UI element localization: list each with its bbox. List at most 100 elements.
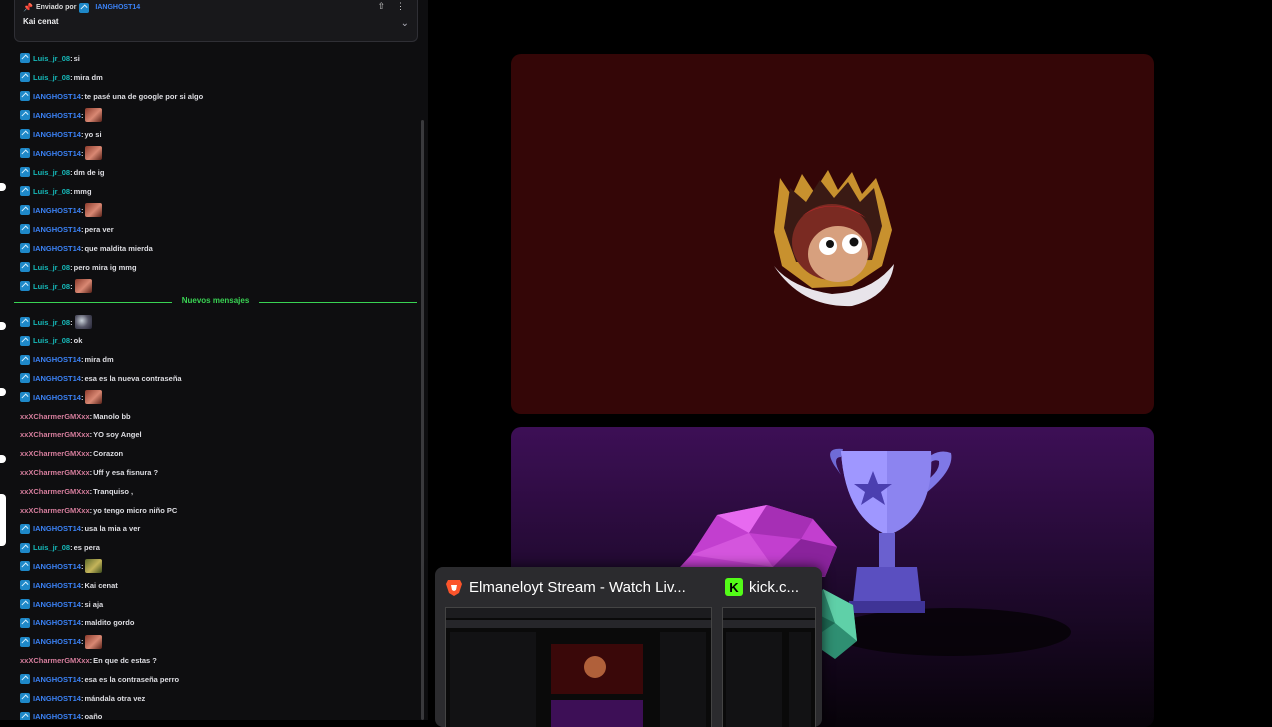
chat-username[interactable]: IANGHOST14 (33, 581, 81, 590)
chat-username[interactable]: Luis_jr_08 (33, 336, 70, 345)
chat-panel: 📌 Enviado por IANGHOST14 Kai cenat ⇧ ⋮ ⌄… (0, 0, 428, 720)
chat-message[interactable]: IANGHOST14: oaño (20, 709, 102, 720)
chat-message[interactable]: IANGHOST14: (20, 558, 103, 574)
colon-separator: : (80, 91, 84, 101)
chat-username[interactable]: Luis_jr_08 (33, 168, 70, 177)
chat-username[interactable]: Luis_jr_08 (33, 263, 70, 272)
chat-message[interactable]: IANGHOST14: maldito gordo (20, 615, 134, 631)
chat-username[interactable]: IANGHOST14 (33, 130, 81, 139)
chat-message[interactable]: IANGHOST14: te pasé una de google por si … (20, 88, 203, 104)
offline-banner-card[interactable] (511, 54, 1154, 414)
chat-message[interactable]: IANGHOST14: (20, 145, 103, 161)
emote-icon[interactable] (85, 203, 103, 217)
chat-username[interactable]: IANGHOST14 (33, 524, 81, 533)
chat-username[interactable]: IANGHOST14 (33, 206, 81, 215)
chat-message[interactable]: Luis_jr_08: (20, 278, 92, 294)
chat-username[interactable]: IANGHOST14 (33, 562, 81, 571)
user-badge-icon (20, 281, 30, 291)
chat-username[interactable]: Luis_jr_08 (33, 282, 70, 291)
colon-separator: : (80, 674, 84, 684)
window1-thumbnail[interactable] (445, 607, 712, 727)
chat-message[interactable]: Luis_jr_08: si (20, 50, 80, 66)
chat-username[interactable]: IANGHOST14 (33, 694, 81, 703)
chat-message[interactable]: IANGHOST14: si aja (20, 596, 103, 612)
chat-username[interactable]: IANGHOST14 (33, 225, 81, 234)
chat-username[interactable]: IANGHOST14 (33, 393, 81, 402)
pinned-author[interactable]: IANGHOST14 (95, 4, 140, 11)
chat-username[interactable]: IANGHOST14 (33, 618, 81, 627)
chat-message[interactable]: xxXCharmerGMXxx: yo tengo micro niño PC (20, 502, 177, 518)
chat-message[interactable]: IANGHOST14: (20, 634, 103, 650)
chat-message[interactable]: xxXCharmerGMXxx: En que dc estas ? (20, 652, 157, 668)
chat-username[interactable]: IANGHOST14 (33, 149, 81, 158)
window2-thumbnail[interactable] (722, 607, 816, 727)
taskbar-window-preview[interactable]: Elmaneloyt Stream - Watch Liv... K kick.… (435, 567, 822, 727)
chat-message[interactable]: IANGHOST14: que maldita mierda (20, 240, 153, 256)
chat-message[interactable]: IANGHOST14: (20, 202, 103, 218)
emote-icon[interactable] (85, 390, 103, 405)
chat-message[interactable]: Luis_jr_08: ok (20, 333, 82, 349)
chat-message[interactable]: IANGHOST14: usa la mia a ver (20, 521, 140, 537)
chat-username[interactable]: IANGHOST14 (33, 675, 81, 684)
chat-username[interactable]: Luis_jr_08 (33, 543, 70, 552)
chat-message[interactable]: IANGHOST14: esa es la contraseña perro (20, 671, 179, 687)
chat-username[interactable]: Luis_jr_08 (33, 73, 70, 82)
emote-icon[interactable] (74, 315, 92, 329)
chevron-down-icon[interactable]: ⌄ (401, 18, 409, 29)
chat-username[interactable]: xxXCharmerGMXxx (20, 468, 90, 477)
chat-message[interactable]: xxXCharmerGMXxx: Corazon (20, 446, 123, 462)
chat-message-text: si aja (84, 599, 104, 609)
unpin-icon[interactable]: ⇧ (377, 1, 385, 12)
chat-username[interactable]: IANGHOST14 (33, 244, 81, 253)
chat-scrollbar[interactable] (421, 120, 424, 720)
chat-username[interactable]: IANGHOST14 (33, 374, 81, 383)
chat-username[interactable]: Luis_jr_08 (33, 54, 70, 63)
chat-username[interactable]: IANGHOST14 (33, 712, 81, 720)
chat-message[interactable]: xxXCharmerGMXxx: Tranquiso , (20, 483, 133, 499)
emote-icon[interactable] (85, 634, 103, 649)
chat-username[interactable]: xxXCharmerGMXxx (20, 449, 90, 458)
chat-message[interactable]: IANGHOST14: (20, 107, 103, 123)
chat-message[interactable]: xxXCharmerGMXxx: Uff y esa fisnura ? (20, 464, 158, 480)
colon-separator: : (89, 655, 93, 665)
chat-message[interactable]: xxXCharmerGMXxx: Manolo bb (20, 408, 131, 424)
more-options-icon[interactable]: ⋮ (396, 1, 405, 12)
chat-message[interactable]: xxXCharmerGMXxx: YO soy Angel (20, 427, 142, 443)
chat-username[interactable]: xxXCharmerGMXxx (20, 487, 90, 496)
chat-message[interactable]: Luis_jr_08: dm de ig (20, 164, 104, 180)
chat-message[interactable]: Luis_jr_08: es pera (20, 540, 100, 556)
window2-header[interactable]: K kick.c... (725, 577, 817, 597)
chat-username[interactable]: IANGHOST14 (33, 637, 81, 646)
chat-message[interactable]: Luis_jr_08: pero mira ig mmg (20, 259, 137, 275)
chat-message[interactable]: IANGHOST14: mándala otra vez (20, 690, 145, 706)
window1-header[interactable]: Elmaneloyt Stream - Watch Liv... (445, 577, 715, 597)
chat-username[interactable]: xxXCharmerGMXxx (20, 430, 90, 439)
chat-message[interactable]: IANGHOST14: mira dm (20, 352, 114, 368)
chat-message[interactable]: IANGHOST14: esa es la nueva contraseña (20, 370, 182, 386)
chat-username[interactable]: Luis_jr_08 (33, 187, 70, 196)
emote-icon[interactable] (85, 559, 103, 574)
chat-message[interactable]: Luis_jr_08: mmg (20, 183, 92, 199)
chat-message[interactable]: IANGHOST14: (20, 389, 103, 405)
colon-separator: : (80, 110, 84, 120)
emote-icon[interactable] (85, 146, 103, 160)
chat-message[interactable]: IANGHOST14: pera ver (20, 221, 114, 237)
chat-message[interactable]: Luis_jr_08: (20, 314, 92, 330)
chat-message[interactable]: IANGHOST14: yo si (20, 126, 102, 142)
chat-username[interactable]: Luis_jr_08 (33, 318, 70, 327)
chat-username[interactable]: IANGHOST14 (33, 600, 81, 609)
chat-message-text: esa es la contraseña perro (84, 674, 180, 684)
chat-username[interactable]: xxXCharmerGMXxx (20, 506, 90, 515)
colon-separator: : (70, 543, 73, 553)
chat-username[interactable]: xxXCharmerGMXxx (20, 656, 90, 665)
chat-username[interactable]: IANGHOST14 (33, 92, 81, 101)
pinned-message[interactable]: 📌 Enviado por IANGHOST14 Kai cenat ⇧ ⋮ ⌄ (14, 0, 418, 42)
emote-icon[interactable] (74, 279, 92, 293)
chat-message[interactable]: IANGHOST14: Kai cenat (20, 577, 118, 593)
chat-username[interactable]: IANGHOST14 (33, 111, 81, 120)
chat-message[interactable]: Luis_jr_08: mira dm (20, 69, 103, 85)
chat-username[interactable]: IANGHOST14 (33, 355, 81, 364)
chat-message-text: Uff y esa fisnura ? (93, 467, 159, 477)
chat-username[interactable]: xxXCharmerGMXxx (20, 412, 90, 421)
emote-icon[interactable] (85, 108, 103, 122)
